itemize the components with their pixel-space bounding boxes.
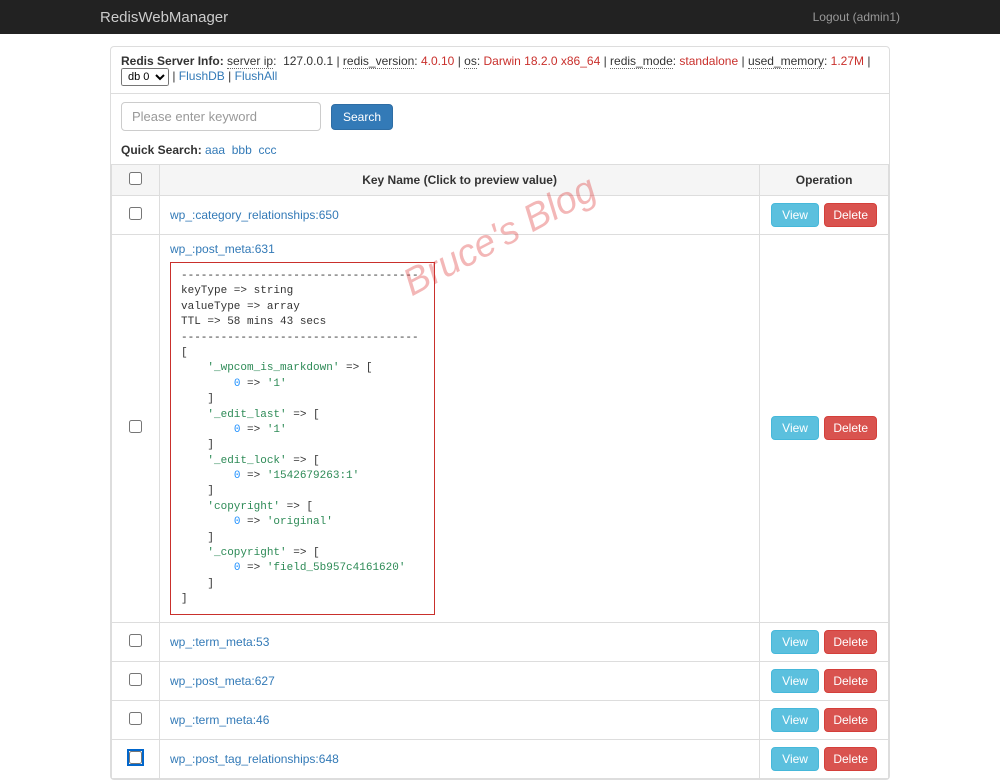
operation-cell: View Delete: [760, 622, 889, 661]
key-link[interactable]: wp_:post_meta:627: [170, 674, 275, 688]
key-link[interactable]: wp_:post_tag_relationships:648: [170, 752, 339, 766]
operation-cell: View Delete: [760, 235, 889, 623]
redis-mode-label: redis_mode: [610, 54, 673, 69]
checkbox-header: [112, 165, 160, 196]
search-row: Search: [111, 94, 889, 139]
logout-link[interactable]: Logout (admin1): [813, 10, 900, 24]
checkbox-cell: [112, 622, 160, 661]
operation-cell: View Delete: [760, 739, 889, 778]
key-cell: wp_:category_relationships:650: [160, 196, 760, 235]
view-button[interactable]: View: [771, 747, 819, 771]
view-button[interactable]: View: [771, 669, 819, 693]
keys-table: Key Name (Click to preview value) Operat…: [111, 164, 889, 779]
key-cell: wp_:term_meta:53: [160, 622, 760, 661]
os-value: Darwin 18.2.0 x86_64: [484, 54, 601, 68]
key-cell: wp_:post_tag_relationships:648: [160, 739, 760, 778]
redis-version-label: redis_version: [343, 54, 414, 69]
table-row: wp_:term_meta:53 View Delete: [112, 622, 889, 661]
table-row: wp_:category_relationships:650 View Delet…: [112, 196, 889, 235]
server-info-label: Redis Server Info:: [121, 54, 224, 68]
key-link[interactable]: wp_:term_meta:53: [170, 635, 269, 649]
db-select[interactable]: db 0: [121, 68, 169, 86]
table-row: wp_:post_meta:631 -----------------------…: [112, 235, 889, 623]
key-link[interactable]: wp_:post_meta:631: [170, 242, 275, 256]
row-checkbox[interactable]: [129, 207, 142, 220]
keyname-header: Key Name (Click to preview value): [160, 165, 760, 196]
search-button[interactable]: Search: [331, 104, 393, 130]
checkbox-cell: [112, 739, 160, 778]
server-ip-value: 127.0.0.1: [283, 54, 333, 68]
os-label: os: [464, 54, 477, 69]
navbar: RedisWebManager Logout (admin1): [0, 0, 1000, 34]
delete-button[interactable]: Delete: [824, 416, 877, 440]
redis-mode-value: standalone: [679, 54, 738, 68]
search-input[interactable]: [121, 102, 321, 131]
quick-search: Quick Search: aaa bbb ccc: [111, 139, 889, 164]
table-row: wp_:post_meta:627 View Delete: [112, 661, 889, 700]
used-memory-value: 1.27M: [831, 54, 864, 68]
delete-button[interactable]: Delete: [824, 747, 877, 771]
quick-search-label: Quick Search:: [121, 143, 202, 157]
flushdb-link[interactable]: FlushDB: [179, 69, 225, 83]
checkbox-cell: [112, 661, 160, 700]
delete-button[interactable]: Delete: [824, 669, 877, 693]
delete-button[interactable]: Delete: [824, 203, 877, 227]
table-row: wp_:post_tag_relationships:648 View Delet…: [112, 739, 889, 778]
used-memory-label: used_memory: [748, 54, 824, 69]
key-link[interactable]: wp_:term_meta:46: [170, 713, 269, 727]
operation-cell: View Delete: [760, 196, 889, 235]
operation-cell: View Delete: [760, 661, 889, 700]
delete-button[interactable]: Delete: [824, 630, 877, 654]
quick-search-item[interactable]: bbb: [232, 143, 252, 157]
key-cell: wp_:post_meta:631 -----------------------…: [160, 235, 760, 623]
row-checkbox[interactable]: [129, 673, 142, 686]
key-cell: wp_:post_meta:627: [160, 661, 760, 700]
main-panel: Redis Server Info: server ip: 127.0.0.1 …: [110, 46, 890, 780]
checkbox-cell: [112, 700, 160, 739]
flushall-link[interactable]: FlushAll: [235, 69, 278, 83]
key-cell: wp_:term_meta:46: [160, 700, 760, 739]
row-checkbox[interactable]: [129, 420, 142, 433]
row-checkbox[interactable]: [129, 712, 142, 725]
server-info-bar: Redis Server Info: server ip: 127.0.0.1 …: [111, 47, 889, 94]
row-checkbox[interactable]: [129, 751, 142, 764]
table-row: wp_:term_meta:46 View Delete: [112, 700, 889, 739]
operation-header: Operation: [760, 165, 889, 196]
row-checkbox[interactable]: [129, 634, 142, 647]
redis-version-value: 4.0.10: [421, 54, 454, 68]
view-button[interactable]: View: [771, 203, 819, 227]
select-all-checkbox[interactable]: [129, 172, 142, 185]
key-link[interactable]: wp_:category_relationships:650: [170, 208, 339, 222]
view-button[interactable]: View: [771, 708, 819, 732]
quick-search-item[interactable]: aaa: [205, 143, 225, 157]
delete-button[interactable]: Delete: [824, 708, 877, 732]
view-button[interactable]: View: [771, 630, 819, 654]
checkbox-cell: [112, 235, 160, 623]
navbar-brand[interactable]: RedisWebManager: [100, 9, 228, 26]
preview-box: ------------------------------------ key…: [170, 262, 435, 615]
checkbox-cell: [112, 196, 160, 235]
operation-cell: View Delete: [760, 700, 889, 739]
server-ip-label: server ip: [227, 54, 273, 69]
quick-search-item[interactable]: ccc: [258, 143, 276, 157]
view-button[interactable]: View: [771, 416, 819, 440]
